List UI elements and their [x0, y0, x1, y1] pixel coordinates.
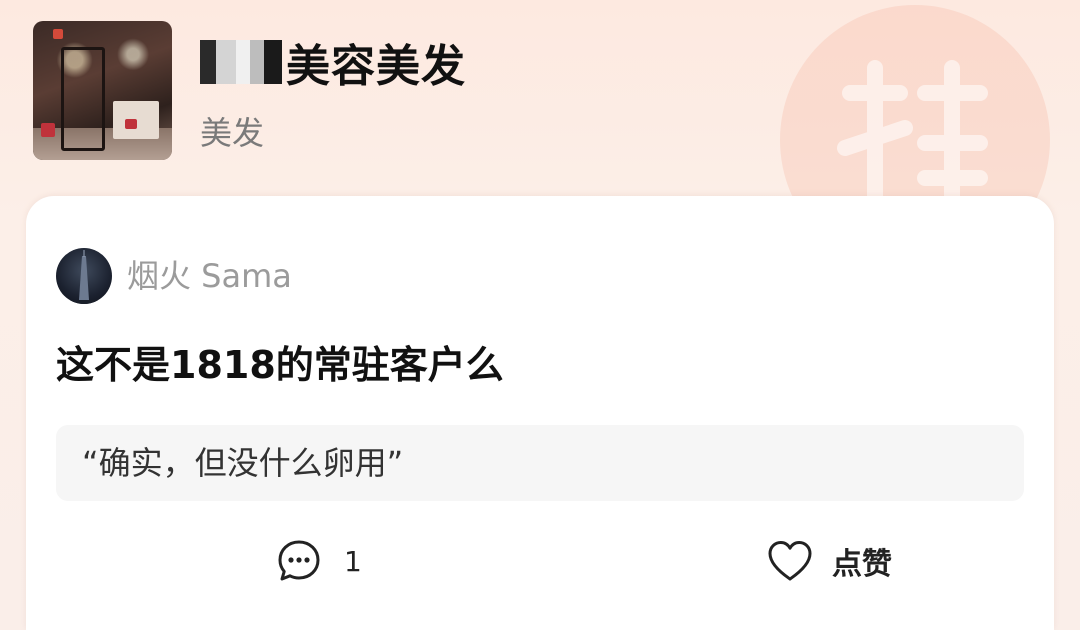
comment-text: 这不是1818的常驻客户么	[56, 343, 504, 387]
like-button[interactable]: 点赞	[766, 536, 892, 586]
reply-count: 1	[344, 544, 362, 578]
thumbnail-light	[53, 29, 63, 39]
seal-glyph-icon	[837, 60, 988, 211]
comment-card: 烟火 Sama 这不是1818的常驻客户么 “确实，但没什么卵用” 1 点赞	[26, 196, 1054, 630]
quoted-reply-text: “确实，但没什么卵用”	[82, 444, 404, 482]
reply-button[interactable]: 1	[276, 536, 362, 586]
comment-bubble-icon	[278, 540, 320, 581]
thumbnail-sign	[125, 119, 137, 129]
shop-header: 美容美发 美发	[0, 0, 1080, 275]
avatar[interactable]	[56, 248, 112, 304]
like-label: 点赞	[832, 547, 892, 582]
avatar-tower-icon	[66, 250, 102, 304]
author-name[interactable]: 烟火 Sama	[127, 254, 292, 298]
shop-title: 美容美发	[286, 41, 466, 92]
heart-icon	[768, 541, 812, 581]
quoted-reply[interactable]: “确实，但没什么卵用”	[56, 425, 1024, 501]
shop-name[interactable]: 美容美发	[200, 32, 466, 92]
thumbnail-mirror-frame	[61, 47, 105, 151]
shop-category: 美发	[200, 114, 265, 152]
shop-thumbnail[interactable]	[33, 21, 172, 160]
thumbnail-sign	[41, 123, 55, 137]
censor-mosaic	[200, 40, 282, 84]
